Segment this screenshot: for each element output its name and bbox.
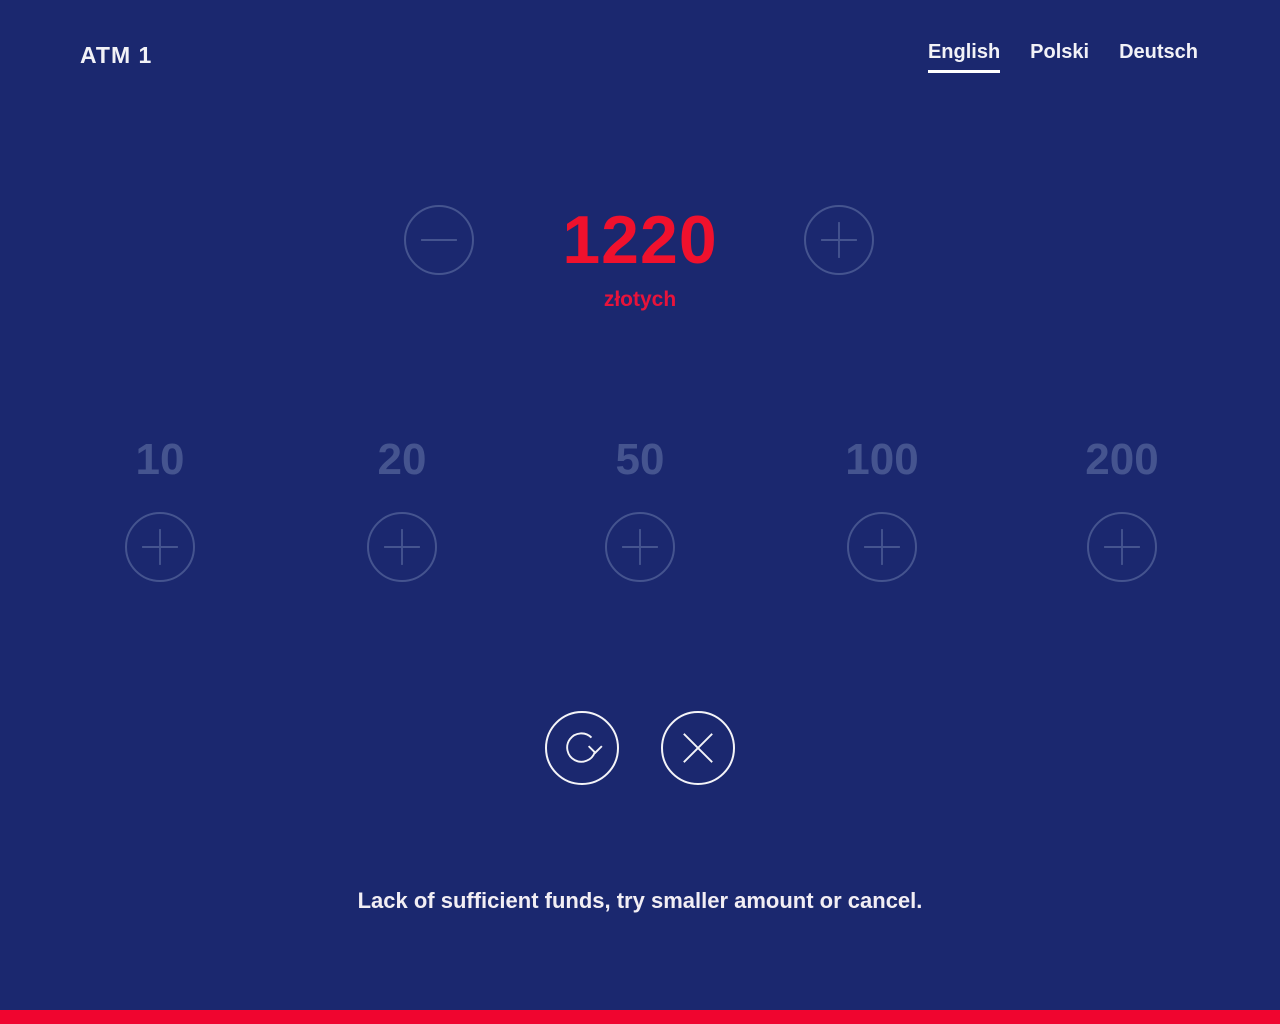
denomination-label: 20 bbox=[377, 435, 427, 484]
lang-polski[interactable]: Polski bbox=[1030, 41, 1089, 73]
increase-amount-button[interactable] bbox=[804, 205, 874, 275]
amount-currency: złotych bbox=[603, 288, 677, 311]
add-10-button[interactable] bbox=[125, 512, 195, 582]
refresh-icon bbox=[566, 732, 603, 763]
status-message: Lack of sufficient funds, try smaller am… bbox=[357, 888, 923, 913]
denomination-50: 50 bbox=[550, 432, 730, 592]
brand-title: ATM 1 bbox=[80, 42, 153, 68]
denomination-label: 100 bbox=[845, 435, 919, 484]
lang-english[interactable]: English bbox=[927, 41, 1001, 73]
denomination-100: 100 bbox=[792, 432, 972, 592]
add-50-button[interactable] bbox=[605, 512, 675, 582]
bottom-accent-bar bbox=[0, 1010, 1280, 1024]
denomination-10: 10 bbox=[70, 432, 250, 592]
cancel-button[interactable] bbox=[661, 711, 735, 785]
add-100-button[interactable] bbox=[847, 512, 917, 582]
denomination-label: 10 bbox=[135, 435, 185, 484]
plus-icon bbox=[1104, 529, 1140, 565]
lang-deutsch[interactable]: Deutsch bbox=[1119, 41, 1198, 73]
close-icon bbox=[683, 733, 713, 763]
denomination-label: 200 bbox=[1085, 435, 1159, 484]
decrease-amount-button[interactable] bbox=[404, 205, 474, 275]
plus-icon bbox=[142, 529, 178, 565]
plus-icon bbox=[384, 529, 420, 565]
plus-icon bbox=[821, 222, 857, 258]
denomination-label: 50 bbox=[615, 435, 665, 484]
amount-value: 1220 bbox=[562, 202, 718, 278]
denomination-20: 20 bbox=[312, 432, 492, 592]
plus-icon bbox=[864, 529, 900, 565]
language-nav: English Polski Deutsch bbox=[927, 41, 1198, 73]
plus-icon bbox=[622, 529, 658, 565]
denomination-200: 200 bbox=[1032, 432, 1212, 592]
add-20-button[interactable] bbox=[367, 512, 437, 582]
retry-button[interactable] bbox=[545, 711, 619, 785]
minus-icon bbox=[421, 239, 457, 241]
add-200-button[interactable] bbox=[1087, 512, 1157, 582]
amount-selector: 1220 złotych bbox=[0, 200, 1280, 330]
